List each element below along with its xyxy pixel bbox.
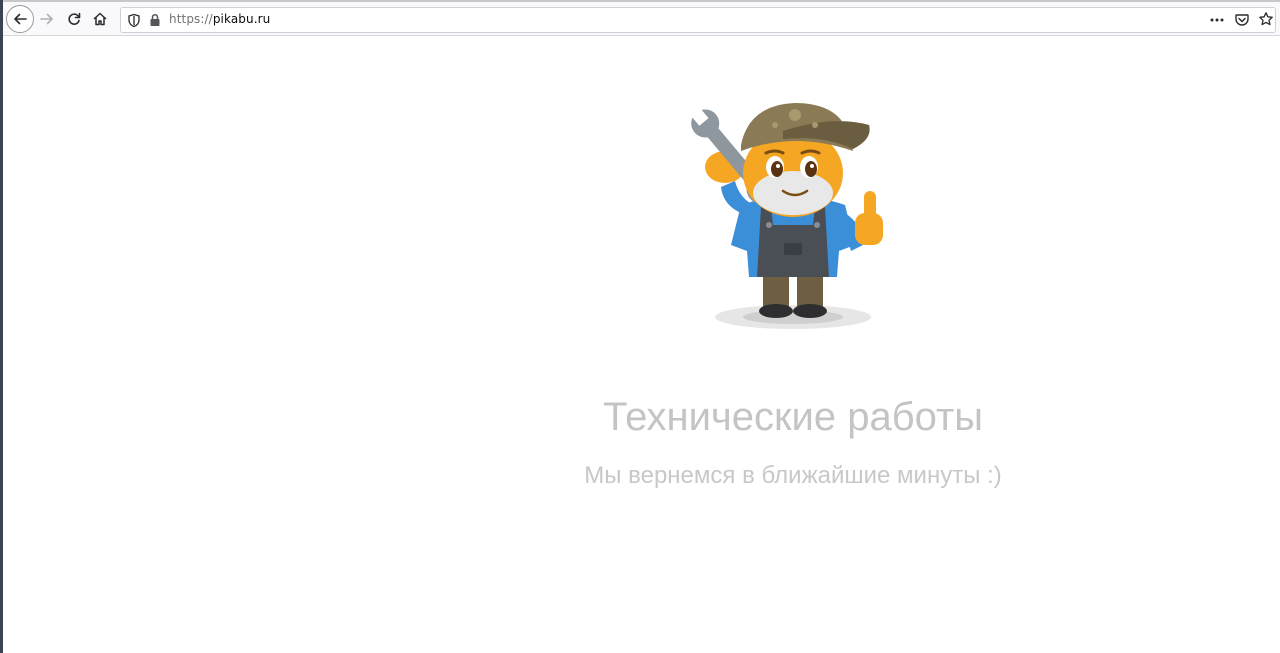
browser-window: https://pikabu.ru Технические работы Мы … xyxy=(0,0,1280,653)
more-horizontal-icon[interactable] xyxy=(1209,12,1225,28)
forward-button[interactable] xyxy=(34,6,60,32)
url-scheme: https:// xyxy=(169,12,213,26)
browser-toolbar: https://pikabu.ru xyxy=(3,0,1280,36)
arrow-left-icon xyxy=(14,13,27,25)
star-icon[interactable] xyxy=(1258,11,1274,27)
url-bar[interactable]: https://pikabu.ru xyxy=(120,7,1276,33)
page-title: Технические работы xyxy=(602,395,984,439)
url-text[interactable]: https://pikabu.ru xyxy=(169,12,270,26)
home-button[interactable] xyxy=(87,6,113,32)
page-subtitle: Мы вернемся в ближайшие минуты :) xyxy=(584,462,1002,489)
pocket-icon[interactable] xyxy=(1234,12,1250,28)
home-icon xyxy=(93,12,107,26)
page-content: Технические работы Мы вернемся в ближайш… xyxy=(3,37,1280,653)
back-button[interactable] xyxy=(6,5,34,33)
lock-icon[interactable] xyxy=(149,13,161,27)
mechanic-mascot-illustration xyxy=(690,103,883,329)
reload-icon xyxy=(68,12,81,25)
url-host: pikabu.ru xyxy=(212,12,271,26)
shield-icon[interactable] xyxy=(127,13,141,28)
reload-button[interactable] xyxy=(61,6,87,32)
arrow-right-icon xyxy=(40,13,53,25)
